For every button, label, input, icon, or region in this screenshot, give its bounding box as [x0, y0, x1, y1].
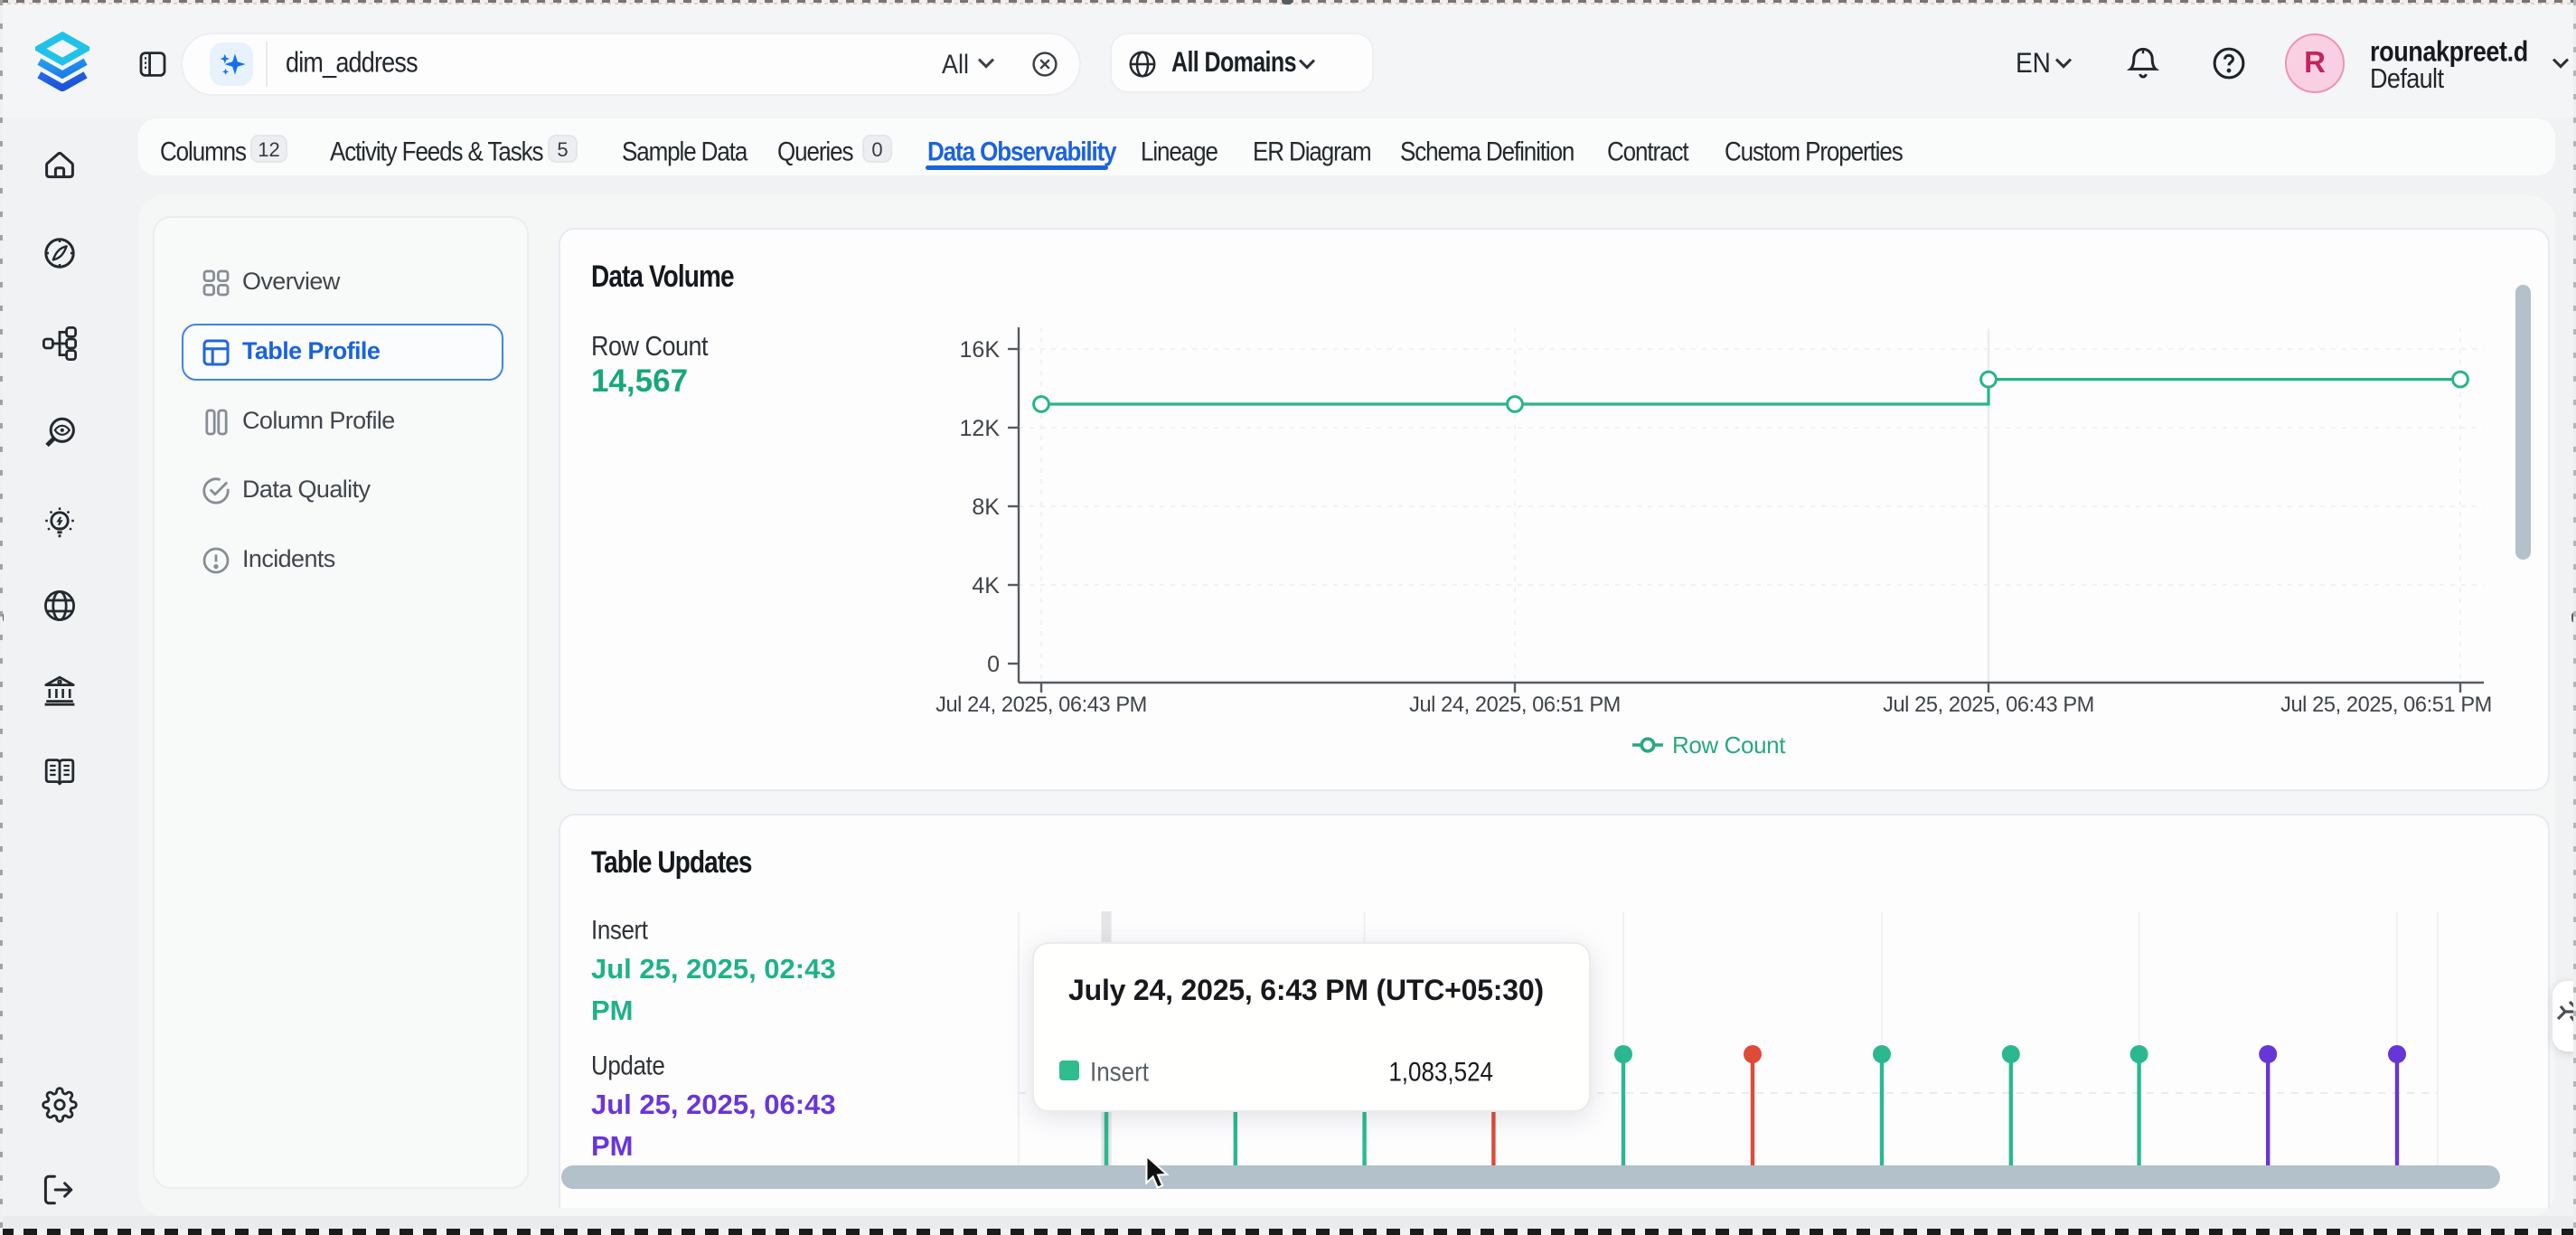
svg-text:0: 0: [987, 652, 1000, 677]
svg-text:Jul 25, 2025, 06:43 PM: Jul 25, 2025, 06:43 PM: [1883, 693, 2094, 717]
svg-text:16K: 16K: [960, 337, 1001, 363]
svg-text:Jul 25, 2025, 06:51 PM: Jul 25, 2025, 06:51 PM: [2280, 693, 2492, 717]
svg-text:Jul 24, 2025, 06:51 PM: Jul 24, 2025, 06:51 PM: [1409, 693, 1621, 717]
svg-text:Jul 24, 2025, 06:43 PM: Jul 24, 2025, 06:43 PM: [935, 693, 1147, 717]
svg-text:4K: 4K: [972, 573, 1000, 599]
svg-text:Row Count: Row Count: [1672, 731, 1786, 759]
svg-text:8K: 8K: [972, 495, 1000, 520]
svg-text:12K: 12K: [960, 416, 1001, 441]
